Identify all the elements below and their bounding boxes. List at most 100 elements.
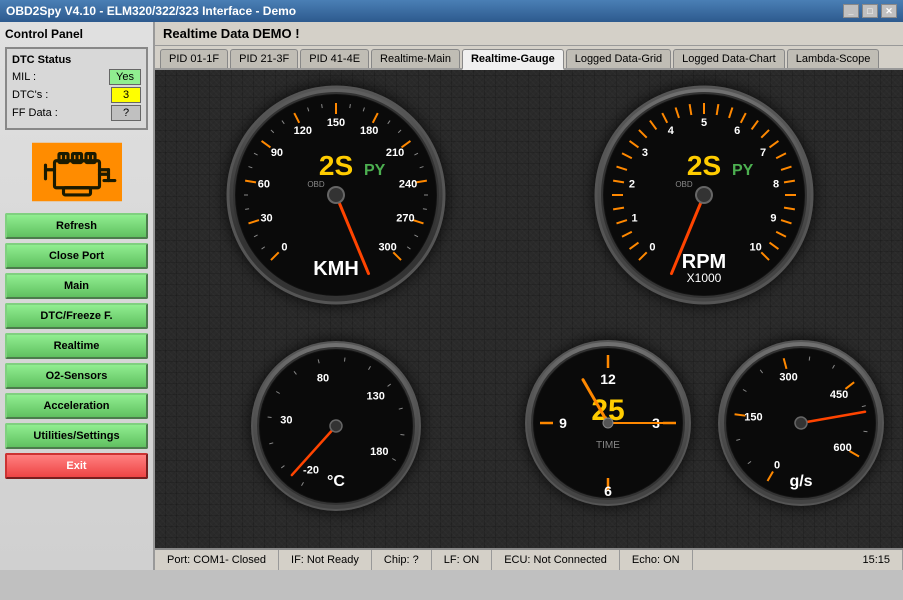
svg-text:OBD: OBD [675, 180, 693, 189]
tab-realtime-gauge[interactable]: Realtime-Gauge [462, 49, 564, 70]
panel-title: Control Panel [5, 27, 148, 41]
dtc-count-value: 3 [111, 87, 141, 103]
tab-pid-21[interactable]: PID 21-3F [230, 49, 298, 68]
dtc-count-label: DTC's : [12, 89, 48, 101]
status-echo: Echo: ON [620, 550, 693, 570]
refresh-button[interactable]: Refresh [5, 213, 148, 239]
realtime-button[interactable]: Realtime [5, 333, 148, 359]
svg-text:30: 30 [260, 213, 272, 225]
tab-realtime-main[interactable]: Realtime-Main [371, 49, 460, 68]
svg-text:PY: PY [364, 162, 386, 179]
svg-text:180: 180 [370, 446, 388, 458]
o2-sensors-button[interactable]: O2-Sensors [5, 363, 148, 389]
tab-pid-41[interactable]: PID 41-4E [300, 49, 369, 68]
svg-text:9: 9 [559, 415, 567, 431]
svg-text:30: 30 [280, 414, 292, 426]
status-if: IF: Not Ready [279, 550, 372, 570]
dtc-ff-value: ? [111, 105, 141, 121]
status-bar: Port: COM1- Closed IF: Not Ready Chip: ?… [155, 548, 903, 570]
main-button[interactable]: Main [5, 273, 148, 299]
status-ecu: ECU: Not Connected [492, 550, 620, 570]
status-lf: LF: ON [432, 550, 492, 570]
tab-logged-chart[interactable]: Logged Data-Chart [673, 49, 785, 68]
acceleration-button[interactable]: Acceleration [5, 393, 148, 419]
svg-text:130: 130 [366, 391, 384, 403]
status-chip: Chip: ? [372, 550, 432, 570]
top-bar-text: Realtime Data DEMO ! [155, 22, 903, 46]
dtc-count-row: DTC's : 3 [12, 87, 141, 103]
gauge-area: 0306090120150180210240270300 2S PY OBD K… [155, 70, 903, 548]
svg-text:RPM: RPM [682, 251, 726, 273]
svg-text:150: 150 [744, 412, 762, 424]
right-panel: Realtime Data DEMO ! PID 01-1F PID 21-3F… [155, 22, 903, 570]
window-title: OBD2Spy V4.10 - ELM320/322/323 Interface… [6, 4, 296, 18]
tab-lambda-scope[interactable]: Lambda-Scope [787, 49, 880, 68]
svg-text:4: 4 [668, 125, 675, 137]
svg-text:10: 10 [749, 242, 761, 254]
svg-text:12: 12 [600, 371, 616, 387]
temperature-gauge: -20 30 80 130 180 °C [165, 313, 507, 538]
svg-text:°C: °C [327, 473, 345, 490]
svg-text:g/s: g/s [789, 473, 812, 490]
svg-text:3: 3 [642, 147, 648, 159]
svg-text:60: 60 [258, 179, 270, 191]
exit-button[interactable]: Exit [5, 453, 148, 479]
left-panel: Control Panel DTC Status MIL : Yes DTC's… [0, 22, 155, 570]
status-port: Port: COM1- Closed [155, 550, 279, 570]
svg-text:2: 2 [629, 179, 635, 191]
svg-text:6: 6 [604, 483, 612, 499]
svg-text:120: 120 [294, 125, 312, 137]
speedometer-svg: 0306090120150180210240270300 2S PY OBD K… [181, 80, 491, 305]
rpm-gauge: 012345678910 2S PY OBD RPM X1000 [515, 80, 893, 305]
main-container: Control Panel DTC Status MIL : Yes DTC's… [0, 22, 903, 570]
svg-text:PY: PY [732, 162, 754, 179]
svg-text:300: 300 [779, 372, 797, 384]
svg-text:-20: -20 [303, 464, 319, 476]
minimize-button[interactable]: _ [843, 4, 859, 18]
tab-logged-grid[interactable]: Logged Data-Grid [566, 49, 671, 68]
svg-text:0: 0 [281, 242, 287, 254]
svg-text:270: 270 [396, 213, 414, 225]
dtc-status-box: DTC Status MIL : Yes DTC's : 3 FF Data :… [5, 47, 148, 130]
svg-text:5: 5 [701, 117, 707, 129]
svg-text:210: 210 [386, 147, 404, 159]
status-time: 15:15 [850, 550, 903, 570]
temp-svg: -20 30 80 130 180 °C [236, 338, 436, 513]
svg-text:7: 7 [760, 147, 766, 159]
dtc-mil-row: MIL : Yes [12, 69, 141, 85]
svg-text:240: 240 [399, 179, 417, 191]
svg-text:X1000: X1000 [687, 271, 722, 285]
utilities-settings-button[interactable]: Utilities/Settings [5, 423, 148, 449]
svg-text:2S: 2S [319, 150, 353, 181]
svg-text:180: 180 [360, 125, 378, 137]
close-port-button[interactable]: Close Port [5, 243, 148, 269]
dtc-mil-label: MIL : [12, 71, 36, 83]
rpm-svg: 012345678910 2S PY OBD RPM X1000 [559, 80, 849, 305]
engine-icon-container [5, 142, 148, 205]
clock-svg: 12 3 6 9 25 TIME [515, 338, 700, 513]
svg-text:8: 8 [773, 179, 779, 191]
tabs-bar: PID 01-1F PID 21-3F PID 41-4E Realtime-M… [155, 46, 903, 70]
title-bar: OBD2Spy V4.10 - ELM320/322/323 Interface… [0, 0, 903, 22]
svg-text:0: 0 [649, 242, 655, 254]
window-controls: _ □ ✕ [843, 4, 897, 18]
svg-text:90: 90 [271, 147, 283, 159]
svg-text:TIME: TIME [596, 440, 620, 451]
svg-text:OBD: OBD [307, 180, 325, 189]
svg-text:KMH: KMH [313, 258, 359, 280]
svg-text:9: 9 [770, 213, 776, 225]
svg-text:6: 6 [734, 125, 740, 137]
close-button[interactable]: ✕ [881, 4, 897, 18]
svg-text:450: 450 [830, 389, 848, 401]
maximize-button[interactable]: □ [862, 4, 878, 18]
dtc-mil-value: Yes [109, 69, 141, 85]
svg-text:600: 600 [833, 442, 851, 454]
svg-text:0: 0 [774, 460, 780, 472]
svg-text:300: 300 [378, 242, 396, 254]
dtc-freeze-button[interactable]: DTC/Freeze F. [5, 303, 148, 329]
speedometer-gauge: 0306090120150180210240270300 2S PY OBD K… [165, 80, 507, 305]
engine-icon [32, 142, 122, 202]
svg-text:80: 80 [317, 373, 329, 385]
dtc-ff-row: FF Data : ? [12, 105, 141, 121]
tab-pid-01[interactable]: PID 01-1F [160, 49, 228, 68]
